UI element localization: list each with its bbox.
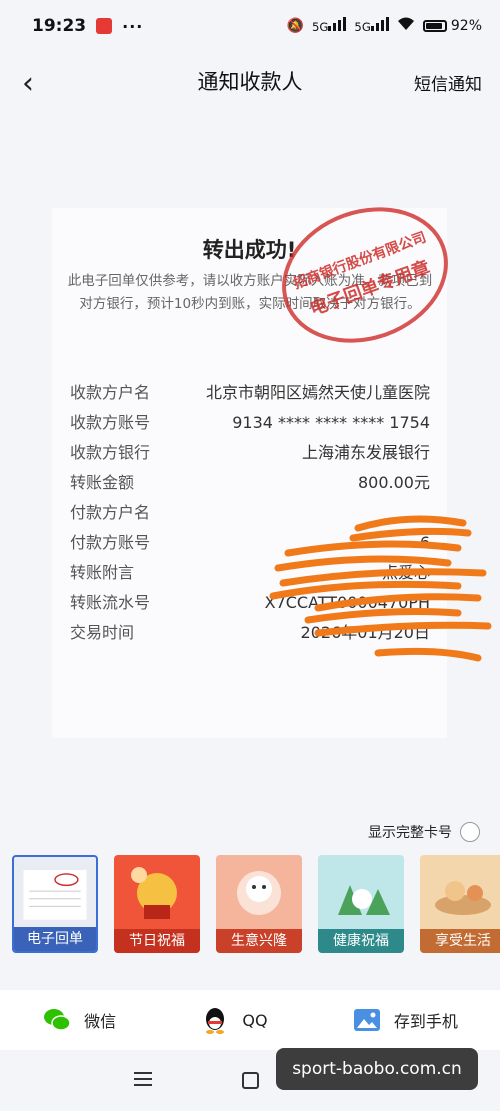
save-to-phone-button[interactable]: 存到手机 xyxy=(352,1005,458,1035)
field-value xyxy=(190,498,430,528)
home-button-icon[interactable] xyxy=(242,1072,259,1089)
share-bar: 微信 QQ 存到手机 xyxy=(0,990,500,1050)
image-gallery-icon xyxy=(353,1009,380,1031)
receipt-title: 转出成功! xyxy=(202,238,297,262)
field-payee-name: 收款方户名 北京市朝阳区嫣然天使儿童医院 xyxy=(70,378,430,408)
share-qq-label: QQ xyxy=(242,1010,268,1030)
signal-bars-icon xyxy=(370,17,389,31)
show-full-card-radio[interactable] xyxy=(460,822,480,842)
battery-icon xyxy=(422,20,447,32)
field-label: 转账附言 xyxy=(70,563,135,582)
page-title: 通知收款人 xyxy=(197,70,303,94)
field-payer-account: 付款方账号 6 xyxy=(70,528,430,558)
qq-penguin-icon xyxy=(206,1008,225,1034)
save-to-phone-label: 存到手机 xyxy=(393,1012,458,1031)
field-value: 上海浦东发展银行 xyxy=(301,443,430,462)
transfer-receipt: 转出成功! 此电子回单仅供参考，请以收方账户实际入账为准。款项已到对方银行，预计… xyxy=(52,184,468,738)
field-label: 收款方银行 xyxy=(70,443,151,462)
battery-level: 92% xyxy=(450,18,482,34)
receipt-notice: 此电子回单仅供参考，请以收方账户实际入账为准。款项已到对方银行，预计10秒内到账… xyxy=(67,273,433,312)
wechat-icon xyxy=(44,1009,71,1031)
more-notifications-icon: ··· xyxy=(122,16,144,36)
field-value: 点爱心 xyxy=(381,563,430,582)
field-label: 收款方账号 xyxy=(70,413,151,432)
template-prosperous-business[interactable]: 生意兴隆 xyxy=(216,855,302,953)
field-label: 交易时间 xyxy=(70,623,135,642)
template-picker: 电子回单 节日祝福 生意兴隆 健康祝福 享受生活 xyxy=(12,855,500,955)
site-watermark: sport-baobo.com.cn xyxy=(276,1048,478,1090)
field-serial-number: 转账流水号 X7CCATT0000470PH xyxy=(70,588,430,618)
receipt-fields: 收款方户名 北京市朝阳区嫣然天使儿童医院 收款方账号 9134 **** ***… xyxy=(70,378,430,648)
field-label: 付款方账号 xyxy=(70,533,151,552)
receipt-thumbnail-icon xyxy=(23,870,87,920)
back-button[interactable]: ‹ xyxy=(22,66,34,101)
recent-apps-icon[interactable] xyxy=(134,1072,152,1090)
share-qq-button[interactable]: QQ xyxy=(200,1005,268,1035)
field-label: 转账金额 xyxy=(70,473,135,492)
share-wechat-button[interactable]: 微信 xyxy=(42,1005,116,1035)
field-value: 6 xyxy=(419,533,430,552)
show-full-card-label: 显示完整卡号 xyxy=(368,825,452,841)
field-amount: 转账金额 800.00元 xyxy=(70,468,430,498)
wifi-icon xyxy=(397,17,415,35)
field-value: 2026年01月20日 xyxy=(300,623,430,642)
field-transaction-time: 交易时间 2026年01月20日 xyxy=(70,618,430,648)
field-payee-bank: 收款方银行 上海浦东发展银行 xyxy=(70,438,430,468)
template-health-wishes[interactable]: 健康祝福 xyxy=(318,855,404,953)
nav-bar: ‹ 通知收款人 短信通知 xyxy=(0,56,500,106)
field-label: 付款方户名 xyxy=(70,503,151,522)
template-label: 享受生活 xyxy=(420,929,500,953)
signal-2: 5G xyxy=(354,17,389,35)
signal-bars-icon xyxy=(328,17,347,31)
field-value: X7CCATT0000470PH xyxy=(264,593,430,612)
holiday-illustration-icon xyxy=(131,867,177,919)
template-label: 生意兴隆 xyxy=(216,929,302,953)
field-payer-name: 付款方户名 xyxy=(70,498,430,528)
template-label: 节日祝福 xyxy=(114,929,200,953)
app-notification-icon xyxy=(96,18,113,34)
mute-icon: 🔕 xyxy=(286,18,304,34)
lucky-cat-icon xyxy=(237,871,281,915)
nature-scene-icon xyxy=(338,885,390,915)
status-time: 19:23 xyxy=(32,16,87,36)
sms-notify-button[interactable]: 短信通知 xyxy=(414,70,482,95)
share-wechat-label: 微信 xyxy=(84,1012,117,1031)
template-e-receipt[interactable]: 电子回单 xyxy=(12,855,98,953)
field-value: 800.00元 xyxy=(358,473,430,492)
template-enjoy-life[interactable]: 享受生活 xyxy=(420,855,500,953)
field-value: 北京市朝阳区嫣然天使儿童医院 xyxy=(205,383,430,402)
field-payee-account: 收款方账号 9134 **** **** **** 1754 xyxy=(70,408,430,438)
food-illustration-icon xyxy=(435,881,491,915)
battery: 92% xyxy=(422,18,482,34)
field-memo: 转账附言 点爱心 xyxy=(70,558,430,588)
template-holiday-wishes[interactable]: 节日祝福 xyxy=(114,855,200,953)
field-value: 9134 **** **** **** 1754 xyxy=(232,413,430,432)
field-label: 转账流水号 xyxy=(70,593,151,612)
show-full-card-option[interactable]: 显示完整卡号 xyxy=(368,822,480,842)
template-label: 健康祝福 xyxy=(318,929,404,953)
status-bar: 19:23 ··· 🔕 5G 5G 92% xyxy=(0,0,500,52)
signal-1: 5G xyxy=(312,17,347,35)
template-label: 电子回单 xyxy=(14,927,96,951)
field-label: 收款方户名 xyxy=(70,383,151,402)
